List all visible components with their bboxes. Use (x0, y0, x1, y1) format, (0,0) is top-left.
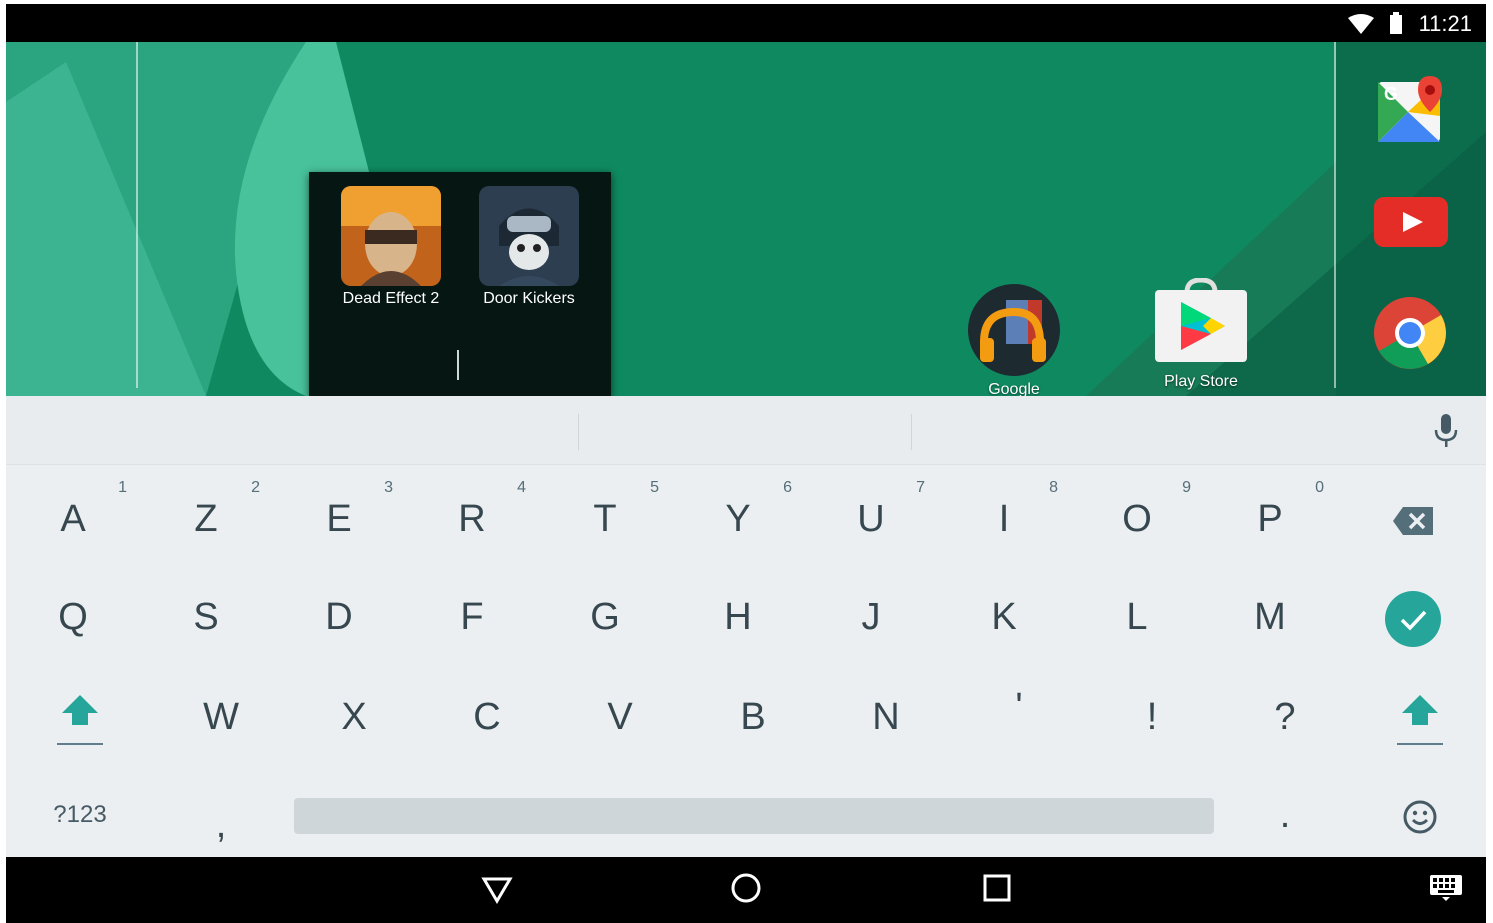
key-label: Z (194, 498, 218, 540)
keyboard-switch-icon[interactable] (1430, 875, 1462, 901)
folder-app-door-kickers[interactable]: Door Kickers (469, 186, 589, 308)
play-store-icon (1155, 277, 1247, 362)
recents-icon[interactable] (980, 871, 1014, 905)
shift-arrow-icon (1397, 694, 1443, 745)
google-maps-icon[interactable]: G (1378, 76, 1444, 146)
key-hint: 7 (916, 479, 925, 496)
key-hint: 4 (517, 479, 526, 496)
app-folder: Dead Effect 2 Door Kickers (309, 172, 611, 396)
backspace-icon (1393, 506, 1433, 535)
key-label: A (60, 498, 86, 540)
key-hint: 3 (384, 479, 393, 496)
key-f[interactable]: F (412, 572, 532, 662)
shift-key-right[interactable] (1360, 672, 1480, 762)
key-k[interactable]: K (944, 572, 1064, 662)
emoji-smiley-icon (1403, 800, 1437, 834)
key-label: U (857, 498, 885, 540)
dead-effect-2-icon (341, 186, 441, 286)
key-question[interactable]: ? (1225, 672, 1345, 762)
svg-text:G: G (1384, 84, 1398, 104)
done-key[interactable] (1353, 572, 1473, 662)
home-icon[interactable] (729, 871, 763, 905)
key-r[interactable]: R4 (412, 474, 532, 564)
key-label: R (458, 498, 486, 540)
battery-icon (1390, 12, 1402, 34)
key-hint: 6 (783, 479, 792, 496)
folder-name-cursor (457, 350, 459, 380)
key-l[interactable]: L (1077, 572, 1197, 662)
key-a[interactable]: A1 (13, 474, 133, 564)
symbols-key[interactable]: ?123 (20, 770, 140, 860)
youtube-icon[interactable] (1374, 197, 1448, 247)
shift-arrow-icon (57, 694, 103, 745)
folder-app-label: Dead Effect 2 (342, 290, 440, 307)
key-d[interactable]: D (279, 572, 399, 662)
home-app-label: Play Store (1164, 373, 1238, 390)
status-bar: 11:21 (6, 4, 1486, 42)
key-v[interactable]: V (560, 672, 680, 762)
key-hint: 9 (1182, 479, 1191, 496)
key-h[interactable]: H (678, 572, 798, 662)
key-w[interactable]: W (161, 672, 281, 762)
home-app-google-music[interactable]: Google (964, 282, 1064, 396)
suggestion-divider (911, 414, 912, 450)
key-b[interactable]: B (693, 672, 813, 762)
key-label: Y (725, 498, 751, 540)
soft-keyboard: A1 Z2 E3 R4 T5 Y6 U7 I8 O9 P0 Q S D F G … (6, 396, 1486, 857)
key-label: E (326, 498, 352, 540)
period-key[interactable]: . (1225, 770, 1345, 860)
shift-key-left[interactable] (20, 672, 140, 762)
suggestion-divider (578, 414, 579, 450)
emoji-key[interactable] (1360, 770, 1480, 860)
key-exclamation[interactable]: ! (1092, 672, 1212, 762)
microphone-icon[interactable] (1434, 414, 1458, 448)
google-play-music-icon (968, 284, 1060, 376)
key-hint: 5 (650, 479, 659, 496)
checkmark-icon (1385, 590, 1441, 647)
home-screen: Dead Effect 2 Door Kickers Google Play S… (6, 42, 1486, 396)
key-hint: 2 (251, 479, 260, 496)
key-apostrophe[interactable]: ' (959, 662, 1079, 752)
key-hint: 0 (1315, 479, 1324, 496)
spacebar[interactable] (294, 798, 1214, 834)
wifi-icon (1348, 14, 1374, 34)
clock: 11:21 (1418, 11, 1472, 36)
key-hint: 1 (118, 479, 127, 496)
back-icon[interactable] (480, 871, 514, 905)
key-s[interactable]: S (146, 572, 266, 662)
navigation-bar (6, 857, 1486, 923)
key-y[interactable]: Y6 (678, 474, 798, 564)
key-label: I (998, 498, 1010, 540)
key-label: T (593, 498, 617, 540)
key-i[interactable]: I8 (944, 474, 1064, 564)
android-screen: 11:21 Dead Effect 2 Door Kickers Google … (6, 4, 1486, 923)
door-kickers-icon (479, 186, 579, 286)
backspace-key[interactable] (1353, 474, 1473, 564)
key-c[interactable]: C (427, 672, 547, 762)
home-app-play-store[interactable]: Play Store (1146, 277, 1256, 391)
key-z[interactable]: Z2 (146, 474, 266, 564)
wallpaper (6, 42, 1486, 396)
key-p[interactable]: P0 (1210, 474, 1330, 564)
key-x[interactable]: X (294, 672, 414, 762)
key-m[interactable]: M (1210, 572, 1330, 662)
key-n[interactable]: N (826, 672, 946, 762)
key-u[interactable]: U7 (811, 474, 931, 564)
key-o[interactable]: O9 (1077, 474, 1197, 564)
key-label: P (1257, 498, 1283, 540)
key-label: O (1122, 498, 1152, 540)
suggestion-strip (6, 396, 1486, 465)
home-app-label: Google (988, 381, 1040, 396)
key-j[interactable]: J (811, 572, 931, 662)
key-e[interactable]: E3 (279, 474, 399, 564)
key-t[interactable]: T5 (545, 474, 665, 564)
chrome-icon[interactable] (1373, 296, 1447, 370)
folder-app-label: Door Kickers (483, 290, 575, 307)
workspace-edge-right (1334, 42, 1336, 388)
key-g[interactable]: G (545, 572, 665, 662)
folder-app-dead-effect-2[interactable]: Dead Effect 2 (331, 186, 451, 308)
key-hint: 8 (1049, 479, 1058, 496)
key-q[interactable]: Q (13, 572, 133, 662)
workspace-edge-left (136, 42, 138, 388)
